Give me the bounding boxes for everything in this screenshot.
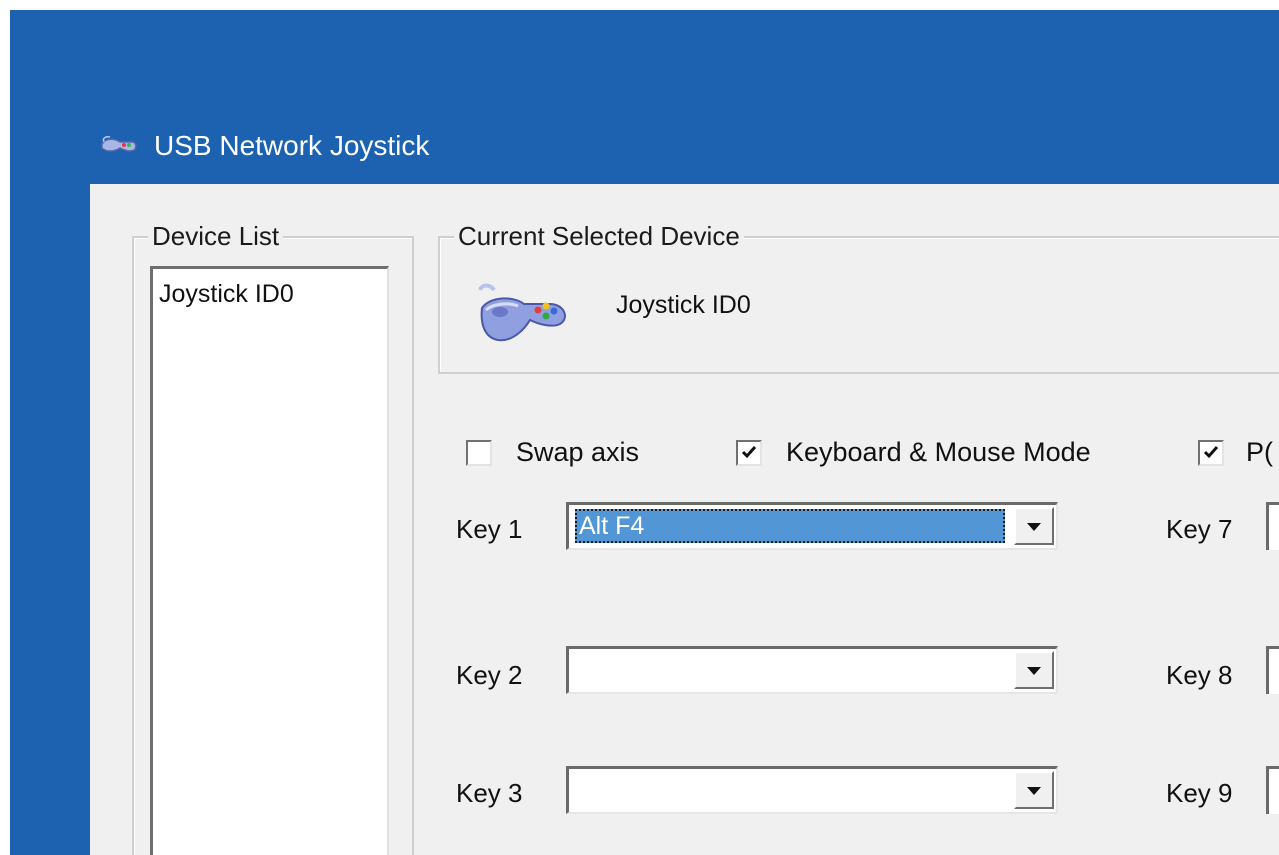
check-icon — [1203, 446, 1219, 459]
key2-label: Key 2 — [456, 660, 523, 690]
title-bar[interactable]: USB Network Joystick — [90, 108, 1279, 184]
key3-label: Key 3 — [456, 778, 523, 808]
key1-selected-value: Alt F4 — [575, 509, 1005, 543]
key1-label: Key 1 — [456, 514, 523, 544]
joystick-icon — [478, 283, 566, 342]
chevron-down-icon — [1027, 667, 1041, 675]
swap-axis-checkbox[interactable] — [466, 440, 492, 466]
joystick-icon — [101, 136, 137, 152]
chevron-down-icon — [1027, 523, 1041, 531]
key9-label: Key 9 — [1166, 778, 1233, 808]
key9-combobox[interactable] — [1266, 766, 1279, 814]
key8-combobox[interactable] — [1266, 646, 1279, 694]
device-list-legend: Device List — [148, 221, 284, 251]
app-window: USB Network Joystick Device List Joystic… — [90, 108, 1279, 855]
key7-label: Key 7 — [1166, 514, 1233, 544]
selected-device-name: Joystick ID0 — [616, 291, 751, 319]
list-item[interactable]: Joystick ID0 — [159, 279, 294, 309]
key7-combobox[interactable] — [1266, 502, 1279, 550]
key3-dropdown-button[interactable] — [1014, 771, 1054, 809]
key8-label: Key 8 — [1166, 660, 1233, 690]
key3-combobox[interactable] — [566, 766, 1058, 814]
key1-dropdown-button[interactable] — [1014, 507, 1054, 545]
keyboard-mouse-mode-checkbox[interactable] — [736, 440, 762, 466]
keyboard-mouse-mode-label[interactable]: Keyboard & Mouse Mode — [786, 436, 1091, 468]
key1-combobox[interactable]: Alt F4 — [566, 502, 1058, 550]
key2-dropdown-button[interactable] — [1014, 651, 1054, 689]
key2-combobox[interactable] — [566, 646, 1058, 694]
swap-axis-label[interactable]: Swap axis — [516, 436, 639, 468]
check-icon — [741, 446, 757, 459]
current-device-legend: Current Selected Device — [454, 221, 744, 251]
third-option-checkbox[interactable] — [1198, 440, 1224, 466]
third-option-label[interactable]: P( — [1246, 436, 1273, 468]
chevron-down-icon — [1027, 787, 1041, 795]
device-listbox[interactable]: Joystick ID0 — [150, 266, 389, 855]
window-title: USB Network Joystick — [154, 130, 430, 161]
